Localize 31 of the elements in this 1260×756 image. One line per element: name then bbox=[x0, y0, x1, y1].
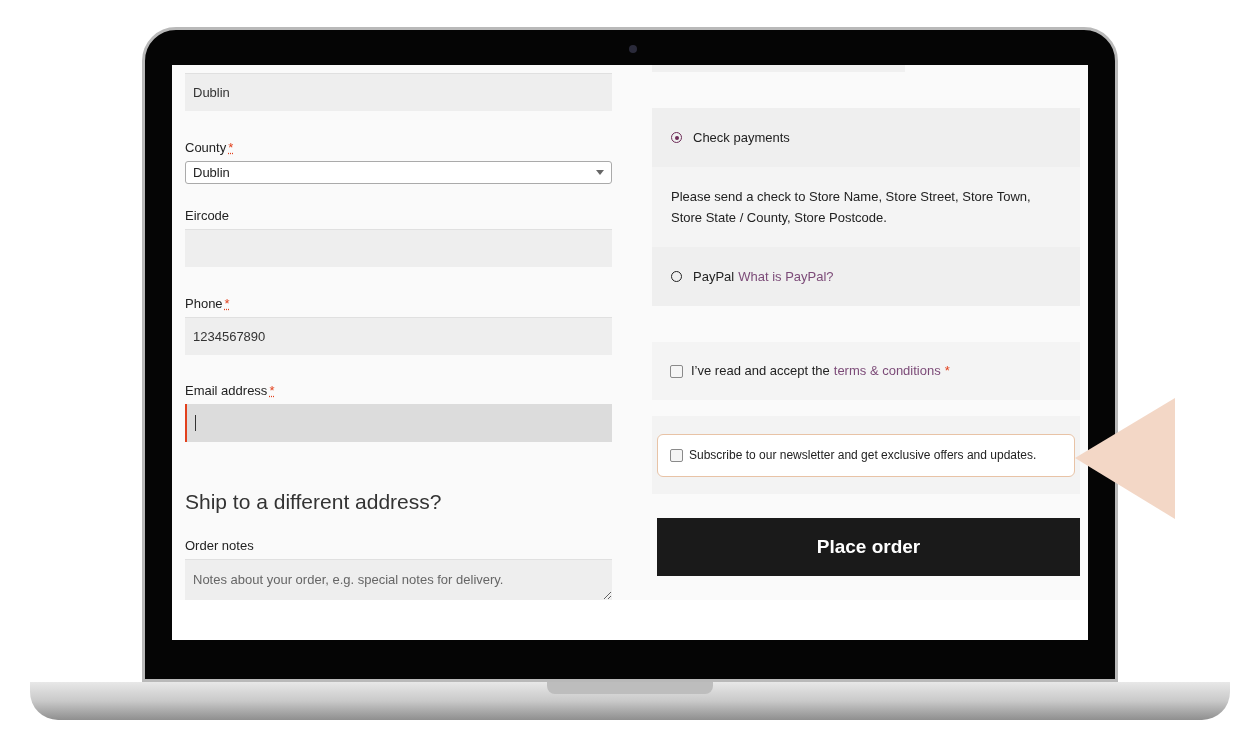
payment-option[interactable]: Check payments bbox=[652, 108, 1080, 167]
paypal-info-link[interactable]: What is PayPal? bbox=[738, 266, 834, 287]
county-select[interactable]: Dublin bbox=[185, 161, 612, 184]
payment-label: PayPal bbox=[693, 267, 735, 286]
field-label: Order notes bbox=[185, 536, 255, 555]
field-label: Phone bbox=[185, 294, 223, 313]
input-field[interactable] bbox=[185, 404, 612, 442]
field-label: Email address bbox=[185, 381, 268, 400]
place-order-button[interactable]: Place order bbox=[657, 518, 1080, 576]
required-mark: * bbox=[228, 138, 234, 157]
camera-icon bbox=[629, 45, 637, 53]
order-notes-field[interactable]: Notes about your order, e.g. special notes for delivery. bbox=[185, 559, 612, 600]
required-mark: * bbox=[944, 362, 950, 381]
newsletter-option[interactable]: Subscribe to our newsletter and get exclusive offers and updates. bbox=[657, 433, 1075, 477]
payment-label: Check payments bbox=[693, 128, 790, 147]
text-caret bbox=[195, 415, 196, 431]
required-mark: * bbox=[269, 381, 275, 400]
terms-link[interactable]: terms & conditions bbox=[833, 361, 941, 381]
newsletter-text: Subscribe to our newsletter and get exclusive offers and updates. bbox=[689, 447, 1037, 464]
terms-text: I’ve read and accept the bbox=[691, 362, 830, 381]
checkbox[interactable] bbox=[670, 448, 683, 462]
section-heading: Ship to a different address? bbox=[185, 489, 443, 515]
input-field[interactable]: 1234567890 bbox=[185, 317, 612, 355]
input-field[interactable]: Dublin bbox=[185, 73, 612, 111]
payment-option[interactable]: PayPal What is PayPal? bbox=[652, 247, 1080, 306]
field-label: County bbox=[185, 138, 227, 157]
checkbox[interactable] bbox=[670, 364, 683, 378]
required-mark: * bbox=[224, 294, 230, 313]
field-label: Eircode bbox=[185, 206, 230, 225]
payment-description: Please send a check to Store Name, Store Street, Store Town, Store State / County, Store Postcode. bbox=[671, 188, 1032, 227]
dropdown-caret-icon bbox=[596, 170, 604, 175]
